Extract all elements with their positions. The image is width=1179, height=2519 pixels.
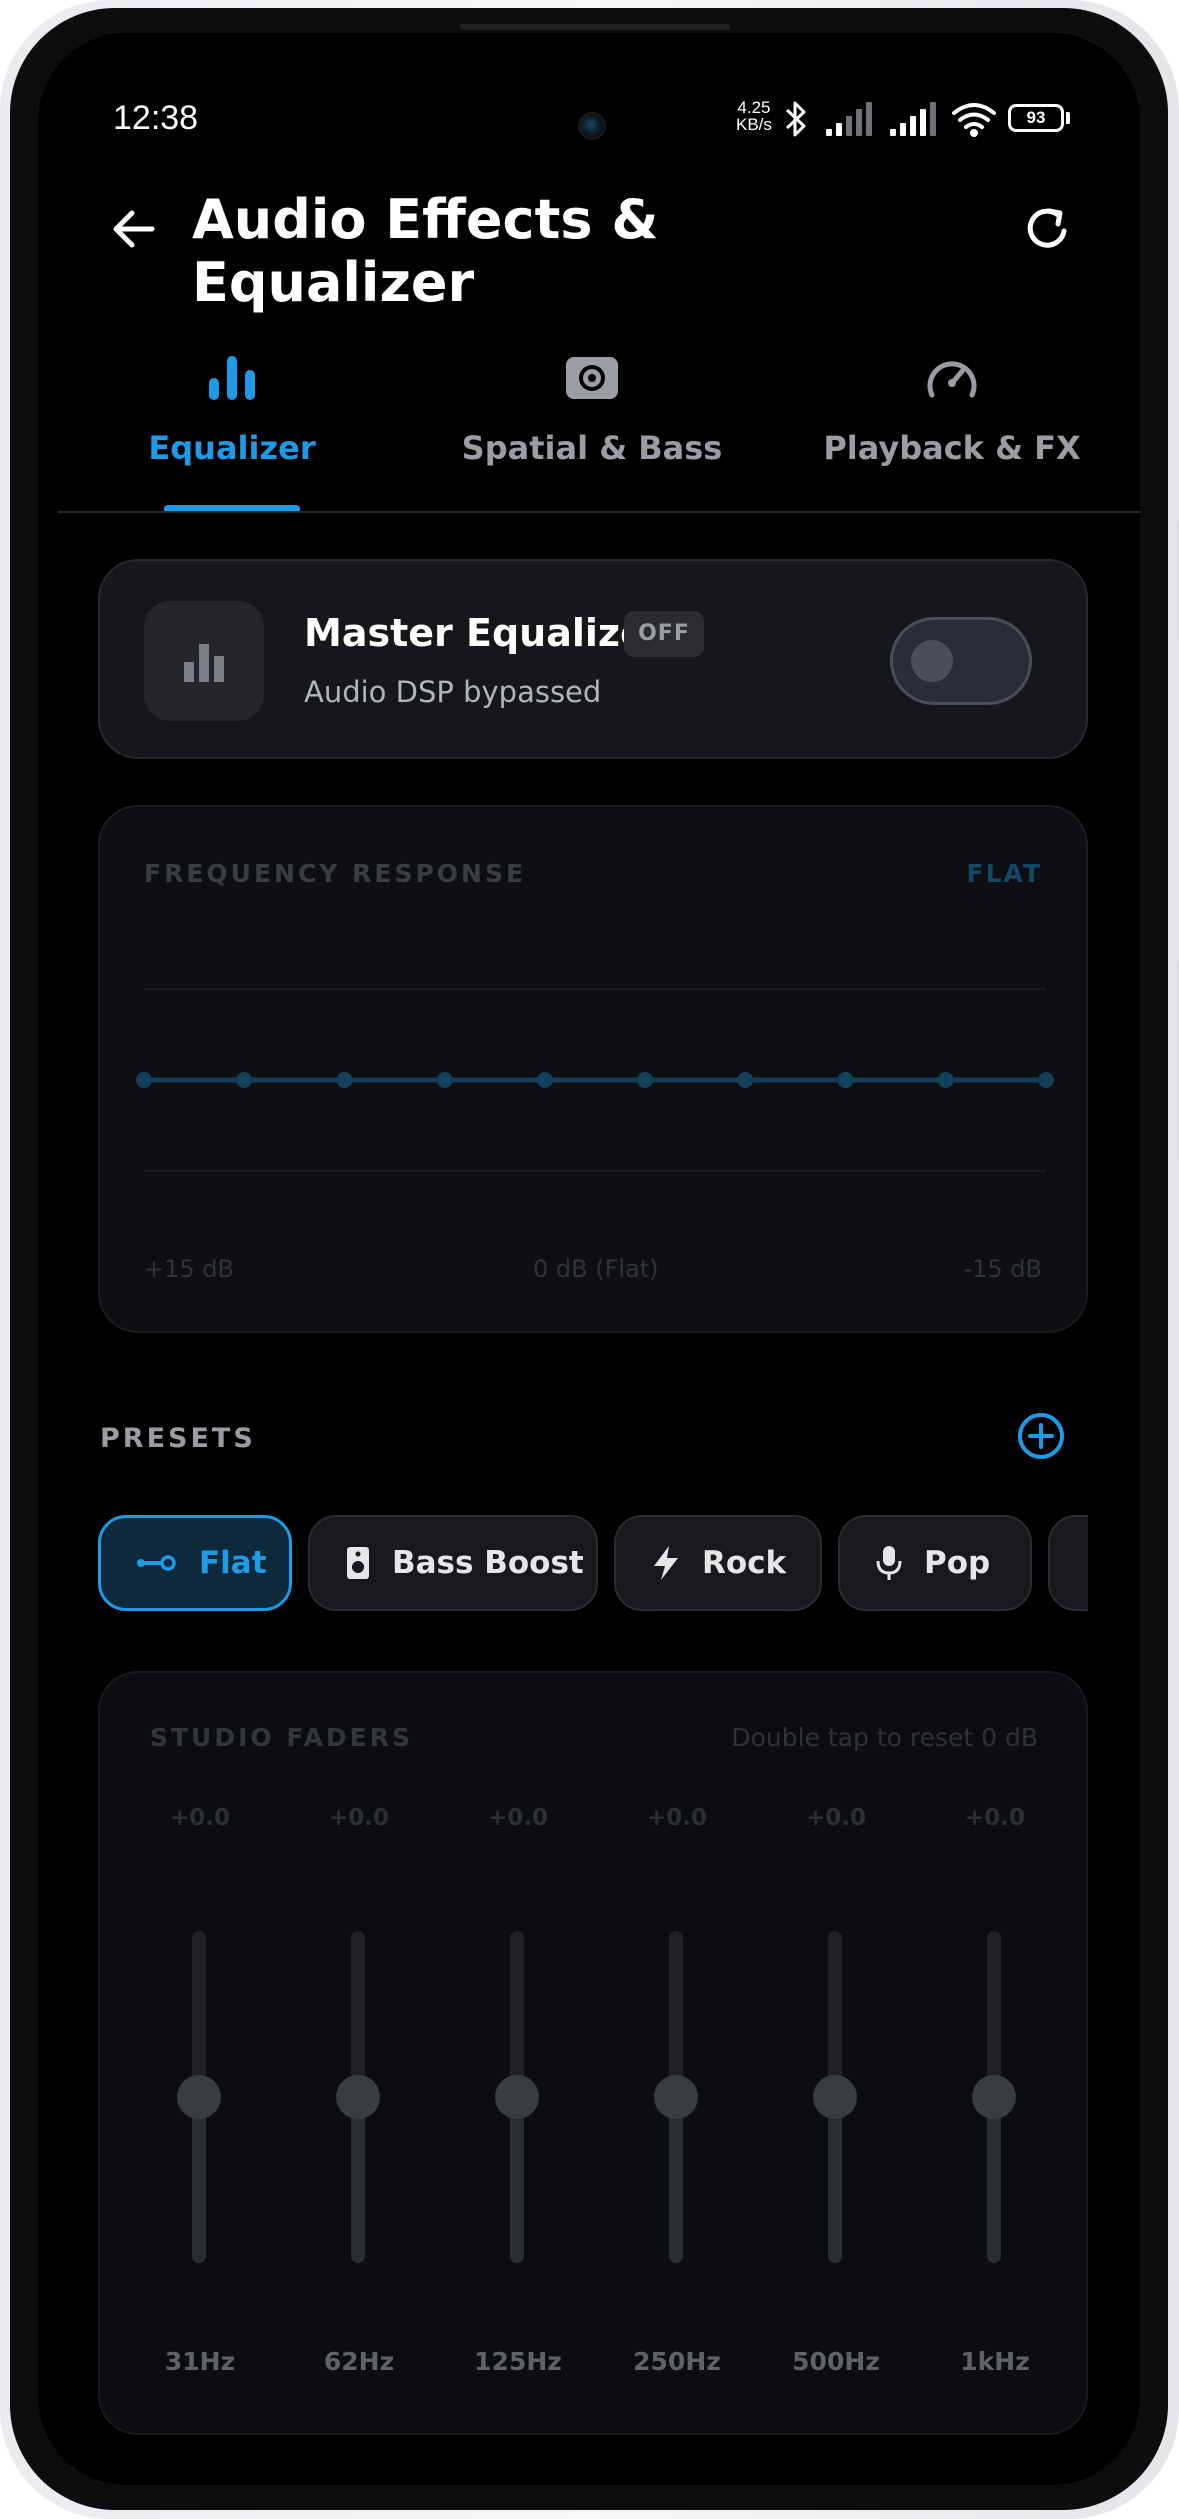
device-frame: 12:38 4.25 KB/s 93 Audio Effects & Equal… bbox=[10, 8, 1168, 2510]
gauge-icon bbox=[927, 361, 977, 398]
toggle-knob bbox=[911, 640, 953, 682]
tick-zero: 0 dB (Flat) bbox=[533, 1255, 659, 1283]
master-equalizer-toggle[interactable] bbox=[890, 617, 1032, 705]
fader-62hz[interactable]: +0.0 62Hz bbox=[299, 1673, 419, 2437]
tick-minus-15: -15 dB bbox=[963, 1255, 1042, 1283]
tab-playback-fx[interactable]: Playback & FX bbox=[772, 343, 1132, 467]
bars-icon bbox=[209, 356, 255, 400]
fader-500hz[interactable]: +0.0 500Hz bbox=[776, 1673, 896, 2437]
status-badge: OFF bbox=[624, 611, 704, 657]
response-point bbox=[336, 1072, 353, 1088]
fader-frequency: 62Hz bbox=[323, 2347, 395, 2376]
front-camera bbox=[578, 112, 606, 140]
fader-31hz[interactable]: +0.0 31Hz bbox=[140, 1673, 260, 2437]
fader-value: +0.0 bbox=[169, 1805, 230, 1831]
fader-value: +0.0 bbox=[964, 1805, 1025, 1831]
fader-fill bbox=[987, 2097, 1001, 2263]
speaker-icon bbox=[347, 1547, 369, 1579]
earpiece-slot bbox=[460, 24, 730, 30]
flat-line-icon bbox=[137, 1555, 176, 1571]
battery-icon: 93 bbox=[1008, 104, 1064, 132]
response-point bbox=[536, 1072, 553, 1088]
fader-fill bbox=[192, 2097, 206, 2263]
wifi-icon bbox=[952, 103, 996, 137]
battery-tip bbox=[1066, 112, 1070, 124]
status-time: 12:38 bbox=[113, 99, 199, 137]
fader-knob[interactable] bbox=[654, 2075, 698, 2119]
fader-knob[interactable] bbox=[813, 2075, 857, 2119]
fader-knob[interactable] bbox=[495, 2075, 539, 2119]
response-point bbox=[737, 1072, 754, 1088]
preset-chip-row: Flat Bass Boost Rock Pop bbox=[98, 1515, 1088, 1615]
network-speed-unit: KB/s bbox=[736, 115, 772, 134]
fader-frequency: 1kHz bbox=[960, 2347, 1030, 2376]
preset-chip-rock[interactable]: Rock bbox=[614, 1515, 822, 1611]
signal-2-icon bbox=[890, 102, 936, 136]
fader-value: +0.0 bbox=[805, 1805, 866, 1831]
fader-frequency: 125Hz bbox=[474, 2347, 562, 2376]
fader-knob[interactable] bbox=[972, 2075, 1016, 2119]
preset-chip-label: Flat bbox=[199, 1545, 267, 1581]
preset-chip-label: Pop bbox=[924, 1545, 991, 1581]
response-point bbox=[136, 1072, 152, 1088]
response-point bbox=[637, 1072, 654, 1088]
fader-value: +0.0 bbox=[487, 1805, 548, 1831]
master-equalizer-card: Master Equalizer OFF Audio DSP bypassed bbox=[98, 559, 1088, 759]
fader-fill bbox=[669, 2097, 683, 2263]
response-point bbox=[837, 1072, 854, 1088]
fader-fill bbox=[828, 2097, 842, 2263]
tab-divider bbox=[58, 511, 1140, 513]
preset-chip-label: Bass Boost bbox=[392, 1545, 584, 1581]
master-equalizer-title: Master Equalizer bbox=[304, 611, 665, 655]
battery-level: 93 bbox=[1026, 108, 1046, 127]
response-point bbox=[1038, 1072, 1054, 1088]
fader-1khz[interactable]: +0.0 1kHz bbox=[935, 1673, 1055, 2437]
fader-knob[interactable] bbox=[177, 2075, 221, 2119]
signal-1-icon bbox=[826, 102, 872, 136]
network-speed-value: 4.25 bbox=[737, 98, 771, 117]
fader-frequency: 500Hz bbox=[792, 2347, 880, 2376]
fader-250hz[interactable]: +0.0 250Hz bbox=[617, 1673, 737, 2437]
lightning-icon bbox=[654, 1546, 678, 1580]
microphone-icon bbox=[876, 1546, 902, 1580]
preset-chip-more[interactable] bbox=[1048, 1515, 1088, 1611]
preset-chip-bass-boost[interactable]: Bass Boost bbox=[308, 1515, 598, 1611]
bar-chart-icon bbox=[184, 644, 224, 682]
preset-chip-pop[interactable]: Pop bbox=[838, 1515, 1032, 1611]
fader-frequency: 31Hz bbox=[164, 2347, 236, 2376]
studio-faders-card: STUDIO FADERS Double tap to reset 0 dB +… bbox=[98, 1671, 1088, 2435]
tick-plus-15: +15 dB bbox=[144, 1255, 234, 1283]
response-point bbox=[236, 1072, 253, 1088]
preset-chip-label: Rock bbox=[702, 1545, 787, 1581]
network-speed: 4.25 KB/s bbox=[736, 99, 772, 133]
speaker-icon bbox=[566, 357, 618, 399]
frequency-response-card: FREQUENCY RESPONSE FLAT +15 dB 0 dB (Fla… bbox=[98, 805, 1088, 1333]
presets-label: PRESETS bbox=[100, 1423, 256, 1454]
tab-spatial-bass[interactable]: Spatial & Bass bbox=[412, 343, 772, 467]
fader-knob[interactable] bbox=[336, 2075, 380, 2119]
tab-playback-fx-label: Playback & FX bbox=[823, 429, 1081, 467]
tab-spatial-bass-label: Spatial & Bass bbox=[461, 429, 723, 467]
response-point bbox=[937, 1072, 954, 1088]
fader-fill bbox=[510, 2097, 524, 2263]
refresh-icon[interactable] bbox=[1020, 201, 1076, 257]
bluetooth-icon bbox=[785, 101, 806, 137]
master-icon-tile bbox=[144, 601, 264, 721]
fader-frequency: 250Hz bbox=[633, 2347, 721, 2376]
page-title: Audio Effects & Equalizer bbox=[192, 188, 659, 314]
fader-125hz[interactable]: +0.0 125Hz bbox=[458, 1673, 578, 2437]
status-bar: 12:38 4.25 KB/s 93 bbox=[38, 91, 1140, 151]
preset-chip-flat[interactable]: Flat bbox=[98, 1515, 292, 1611]
screen: 12:38 4.25 KB/s 93 Audio Effects & Equal… bbox=[38, 33, 1140, 2485]
response-point bbox=[436, 1072, 453, 1088]
arrow-left-icon[interactable] bbox=[106, 201, 162, 257]
add-preset-icon[interactable] bbox=[1016, 1411, 1066, 1461]
tab-equalizer-label: Equalizer bbox=[148, 429, 316, 467]
fader-value: +0.0 bbox=[328, 1805, 389, 1831]
tab-equalizer[interactable]: Equalizer bbox=[52, 343, 412, 467]
fader-value: +0.0 bbox=[646, 1805, 707, 1831]
master-equalizer-subtitle: Audio DSP bypassed bbox=[304, 675, 602, 709]
fader-fill bbox=[351, 2097, 365, 2263]
